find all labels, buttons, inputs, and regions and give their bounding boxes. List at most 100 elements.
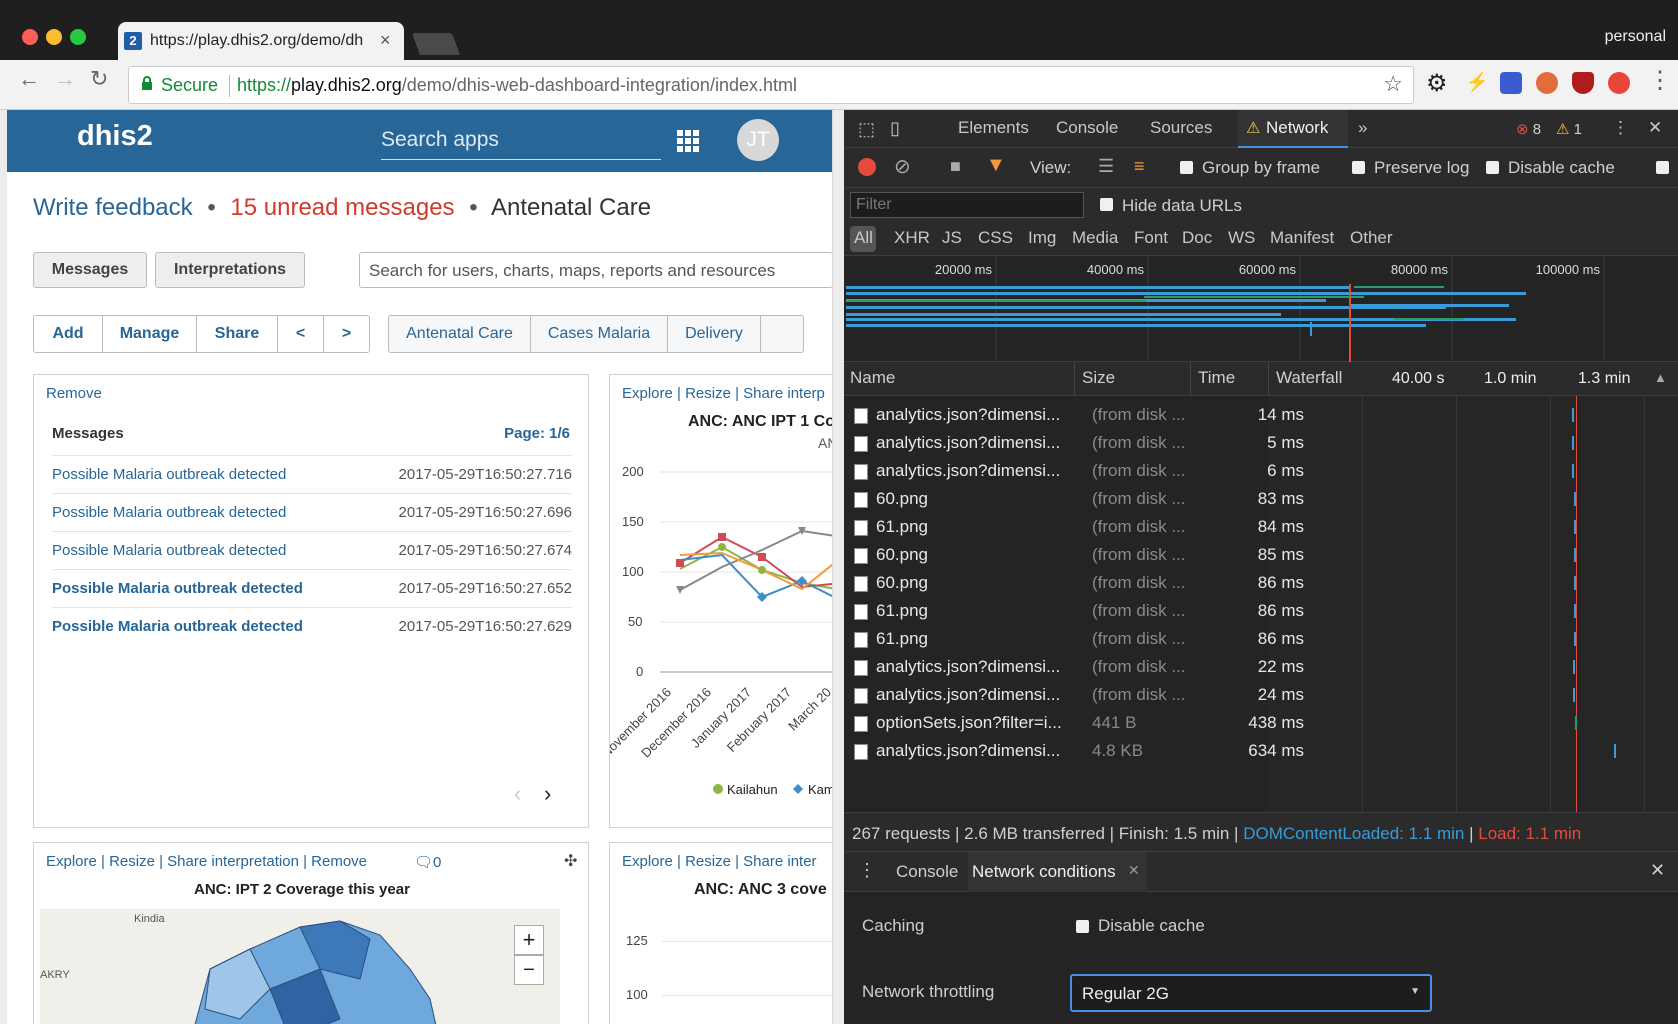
browser-tab[interactable]: 2 https://play.dhis2.org/demo/dh × <box>118 22 404 60</box>
record-icon[interactable] <box>858 158 876 176</box>
next-dashboard-button[interactable]: > <box>323 315 370 353</box>
disable-cache-checkbox[interactable] <box>1076 920 1089 933</box>
filter-input[interactable]: Filter <box>850 192 1084 218</box>
profile-name[interactable]: personal <box>1605 28 1666 46</box>
group-by-frame-checkbox[interactable] <box>1180 161 1193 174</box>
back-icon[interactable]: ← <box>18 66 40 92</box>
settings-extension-icon[interactable]: ⚙ <box>1426 69 1448 98</box>
ublock-icon[interactable] <box>1572 72 1594 94</box>
chevron-left-icon[interactable]: ‹ <box>514 781 521 807</box>
tab-console[interactable]: Console <box>1056 118 1118 138</box>
column-size[interactable]: Size <box>1082 368 1115 388</box>
column-name[interactable]: Name <box>850 368 895 388</box>
add-dashboard-button[interactable]: Add <box>33 315 103 353</box>
error-counter[interactable]: ⊗ 8 <box>1516 120 1541 138</box>
share-dashboard-button[interactable]: Share <box>196 315 278 353</box>
type-filter-img[interactable]: Img <box>1028 228 1056 248</box>
write-feedback-link[interactable]: Write feedback <box>33 194 193 221</box>
network-request-row[interactable]: 60.png (from disk ... 85 ms <box>844 540 1678 570</box>
camera-icon[interactable]: ■ <box>950 156 961 177</box>
minimize-window-button[interactable] <box>46 29 62 45</box>
type-filter-manifest[interactable]: Manifest <box>1270 228 1334 248</box>
type-filter-all[interactable]: All <box>854 228 873 248</box>
manage-dashboard-button[interactable]: Manage <box>102 315 197 353</box>
throttling-select[interactable]: Regular 2G ▼ <box>1070 974 1432 1012</box>
list-view-icon[interactable]: ☰ <box>1098 156 1114 177</box>
tab-network[interactable]: ⚠ Network <box>1238 110 1348 148</box>
message-row[interactable]: Possible Malaria outbreak detected 2017-0… <box>52 493 572 531</box>
network-request-row[interactable]: analytics.json?dimensi... (from disk ... 1… <box>844 400 1678 430</box>
devtools-menu-icon[interactable]: ⋮ <box>1612 118 1629 138</box>
tab-sources[interactable]: Sources <box>1150 118 1212 138</box>
network-request-row[interactable]: optionSets.json?filter=i... 441 B 438 ms <box>844 708 1678 738</box>
network-overview[interactable]: 20000 ms 40000 ms 60000 ms 80000 ms 1000… <box>844 256 1678 362</box>
zoom-in-button[interactable]: + <box>514 925 544 955</box>
type-filter-ws[interactable]: WS <box>1228 228 1255 248</box>
type-filter-media[interactable]: Media <box>1072 228 1118 248</box>
disable-cache-checkbox[interactable] <box>1486 161 1499 174</box>
dashboard-tab-cases-malaria[interactable]: Cases Malaria <box>530 315 668 353</box>
forward-icon[interactable]: → <box>54 66 76 92</box>
column-time[interactable]: Time <box>1198 368 1235 388</box>
type-filter-other[interactable]: Other <box>1350 228 1393 248</box>
dhis2-logo[interactable]: dhis2 <box>77 120 153 153</box>
filter-icon[interactable]: ▼ <box>986 154 1006 177</box>
message-subject[interactable]: Possible Malaria outbreak detected <box>52 580 303 597</box>
offline-checkbox[interactable] <box>1656 161 1669 174</box>
network-request-row[interactable]: 61.png (from disk ... 86 ms <box>844 596 1678 626</box>
message-row[interactable]: Possible Malaria outbreak detected 2017-0… <box>52 455 572 493</box>
column-waterfall[interactable]: Waterfall <box>1276 368 1342 388</box>
drawer-tab-console[interactable]: Console <box>896 862 958 882</box>
network-request-row[interactable]: analytics.json?dimensi... (from disk ... 2… <box>844 652 1678 682</box>
search-apps-input[interactable]: Search apps <box>381 128 661 160</box>
message-row[interactable]: Possible Malaria outbreak detected 2017-0… <box>52 531 572 569</box>
extension-icon[interactable] <box>1536 72 1558 94</box>
type-filter-xhr[interactable]: XHR <box>894 228 930 248</box>
extension-icon[interactable] <box>1608 72 1630 94</box>
type-filter-css[interactable]: CSS <box>978 228 1013 248</box>
close-window-button[interactable] <box>22 29 38 45</box>
network-request-row[interactable]: 60.png (from disk ... 83 ms <box>844 484 1678 514</box>
clear-icon[interactable]: ⊘ <box>894 154 911 179</box>
waterfall-view-icon[interactable]: ≡ <box>1134 156 1145 177</box>
avatar[interactable]: JT <box>737 119 779 161</box>
flash-extension-icon[interactable]: ⚡ <box>1466 72 1488 93</box>
type-filter-doc[interactable]: Doc <box>1182 228 1212 248</box>
previous-dashboard-button[interactable]: < <box>277 315 324 353</box>
message-subject[interactable]: Possible Malaria outbreak detected <box>52 618 303 635</box>
message-row[interactable]: Possible Malaria outbreak detected 2017-0… <box>52 569 572 607</box>
network-request-row[interactable]: analytics.json?dimensi... (from disk ... 5… <box>844 428 1678 458</box>
remove-link[interactable]: Remove <box>46 385 102 402</box>
sort-up-icon[interactable]: ▲ <box>1654 370 1667 385</box>
zoom-out-button[interactable]: − <box>514 955 544 985</box>
network-request-row[interactable]: 61.png (from disk ... 84 ms <box>844 512 1678 542</box>
map-view[interactable]: Kindia AKRY <box>40 909 560 1024</box>
message-row[interactable]: Possible Malaria outbreak detected 2017-0… <box>52 607 572 645</box>
network-request-row[interactable]: 60.png (from disk ... 86 ms <box>844 568 1678 598</box>
more-tabs-icon[interactable]: » <box>1358 118 1367 138</box>
bookmark-star-icon[interactable]: ☆ <box>1383 71 1403 97</box>
chevron-right-icon[interactable]: › <box>544 781 551 807</box>
page-scrollbar[interactable] <box>832 110 833 1024</box>
address-bar[interactable]: Secure https://play.dhis2.org/demo/dhis-… <box>128 66 1414 104</box>
messages-button[interactable]: Messages <box>33 252 147 288</box>
type-filter-js[interactable]: JS <box>942 228 962 248</box>
unread-messages-link[interactable]: 15 unread messages <box>230 194 454 221</box>
dashboard-tab-delivery[interactable]: Delivery <box>667 315 761 353</box>
menu-kebab-icon[interactable]: ⋮ <box>1648 66 1672 95</box>
message-subject[interactable]: Possible Malaria outbreak detected <box>52 466 286 483</box>
close-devtools-icon[interactable]: ✕ <box>1648 118 1662 138</box>
network-request-row[interactable]: 61.png (from disk ... 86 ms <box>844 624 1678 654</box>
map-actions[interactable]: Explore | Resize | Share interpretation … <box>46 853 367 870</box>
dashboard-tab-more[interactable] <box>760 315 804 353</box>
type-filter-font[interactable]: Font <box>1134 228 1168 248</box>
message-subject[interactable]: Possible Malaria outbreak detected <box>52 504 286 521</box>
move-handle-icon[interactable]: ✣ <box>564 851 577 871</box>
chart3-actions[interactable]: Explore | Resize | Share inter <box>622 853 817 870</box>
preserve-log-checkbox[interactable] <box>1352 161 1365 174</box>
interpretations-button[interactable]: Interpretations <box>155 252 305 288</box>
network-request-row[interactable]: analytics.json?dimensi... (from disk ... 6… <box>844 456 1678 486</box>
drawer-menu-icon[interactable]: ⋮ <box>858 860 876 881</box>
warning-counter[interactable]: ⚠ 1 <box>1556 120 1582 138</box>
message-subject[interactable]: Possible Malaria outbreak detected <box>52 542 286 559</box>
